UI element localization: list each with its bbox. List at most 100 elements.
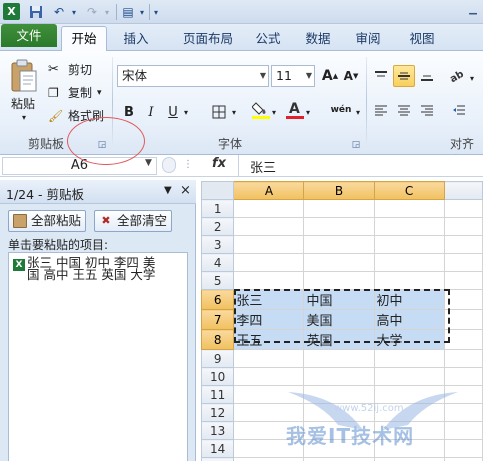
row-header[interactable]: 2 [201, 217, 235, 236]
align-middle-icon[interactable] [393, 65, 415, 87]
align-left-icon[interactable] [370, 99, 392, 121]
cell[interactable] [303, 367, 375, 386]
name-box-dropdown-icon[interactable]: ▼ [145, 158, 152, 168]
row-header[interactable]: 5 [201, 271, 235, 290]
cell[interactable] [443, 421, 483, 440]
fill-color-dropdown-icon[interactable]: ▾ [268, 101, 280, 123]
clear-all-button[interactable]: ✖ 全部清空 [94, 210, 173, 232]
cell[interactable] [233, 199, 305, 218]
align-right-icon[interactable] [416, 99, 438, 121]
cell[interactable] [233, 439, 305, 458]
row-header[interactable]: 9 [201, 349, 235, 368]
cell[interactable] [373, 385, 445, 404]
cell[interactable] [443, 457, 483, 461]
font-name-select[interactable]: 宋体 ▼ [117, 65, 269, 87]
cell[interactable]: 张三 [233, 289, 305, 310]
italic-button[interactable]: I [140, 101, 162, 123]
cell[interactable] [303, 349, 375, 368]
formula-bar-resize-icon[interactable] [162, 157, 176, 173]
cell[interactable] [373, 271, 445, 290]
align-top-icon[interactable] [370, 65, 392, 87]
cell[interactable] [233, 235, 305, 254]
cell[interactable] [233, 217, 305, 236]
tab-file[interactable]: 文件 [1, 24, 57, 47]
paste-icon[interactable] [10, 59, 38, 95]
cell[interactable] [233, 457, 305, 461]
cell[interactable]: 大学 [373, 329, 445, 350]
cell[interactable] [373, 199, 445, 218]
cell[interactable] [303, 235, 375, 254]
cell[interactable] [373, 439, 445, 458]
cut-button[interactable]: ✂ 剪切 [48, 61, 92, 78]
cell[interactable] [443, 199, 483, 218]
cell[interactable] [443, 439, 483, 458]
cell[interactable] [443, 217, 483, 236]
cell[interactable] [373, 349, 445, 368]
undo-icon[interactable]: ↶ [49, 3, 69, 21]
align-center-icon[interactable] [393, 99, 415, 121]
row-header[interactable]: 10 [201, 367, 235, 386]
underline-dropdown-icon[interactable]: ▾ [180, 101, 192, 123]
cell[interactable] [303, 217, 375, 236]
tab-data[interactable]: 数据 [296, 27, 340, 50]
cell[interactable] [373, 235, 445, 254]
row-header[interactable]: 7 [201, 309, 235, 330]
row-header[interactable]: 3 [201, 235, 235, 254]
cell[interactable] [233, 385, 305, 404]
row-header[interactable]: 8 [201, 329, 235, 350]
cell[interactable] [303, 457, 375, 461]
cell[interactable] [443, 289, 483, 310]
cell[interactable]: 初中 [373, 289, 445, 310]
cell[interactable] [443, 367, 483, 386]
cell[interactable] [303, 271, 375, 290]
cell[interactable] [373, 367, 445, 386]
cell[interactable]: 王五 [233, 329, 305, 350]
cell[interactable] [233, 403, 305, 422]
row-header[interactable]: 11 [201, 385, 235, 404]
borders-dropdown-icon[interactable]: ▾ [228, 101, 240, 123]
cell[interactable] [303, 403, 375, 422]
bold-button[interactable]: B [118, 101, 140, 123]
align-bottom-icon[interactable] [416, 65, 438, 87]
copy-button[interactable]: ❐ 复制 ▾ [48, 84, 102, 101]
cell[interactable] [443, 403, 483, 422]
insert-function-icon[interactable]: fx [212, 156, 226, 171]
cell[interactable] [443, 329, 483, 350]
cell[interactable]: 李四 [233, 309, 305, 330]
cell[interactable] [443, 235, 483, 254]
print-preview-icon[interactable]: ▤ [118, 3, 138, 21]
cell[interactable] [373, 403, 445, 422]
phonetic-dropdown-icon[interactable]: ▾ [352, 101, 364, 123]
row-header[interactable]: 1 [201, 199, 235, 218]
cell[interactable]: 美国 [303, 309, 375, 330]
row-header[interactable]: 14 [201, 439, 235, 458]
redo-icon[interactable]: ↷ [82, 3, 102, 21]
cell[interactable] [443, 253, 483, 272]
cell[interactable] [233, 367, 305, 386]
cell[interactable] [303, 439, 375, 458]
minimize-icon[interactable]: ▁ [466, 3, 480, 17]
font-color-dropdown-icon[interactable]: ▾ [302, 101, 314, 123]
decrease-indent-icon[interactable] [448, 99, 470, 121]
cell[interactable] [373, 421, 445, 440]
column-header[interactable]: B [303, 181, 375, 200]
paste-dropdown-icon[interactable]: ▾ [22, 113, 26, 122]
pane-close-icon[interactable]: × [180, 183, 191, 198]
undo-dropdown-icon[interactable]: ▾ [69, 3, 79, 21]
cell[interactable] [303, 253, 375, 272]
tab-view[interactable]: 视图 [400, 27, 444, 50]
paste-button[interactable]: 粘贴 [11, 95, 35, 112]
shrink-font-button[interactable]: A ▼ [340, 65, 362, 87]
borders-icon[interactable] [208, 101, 230, 123]
tab-formulas[interactable]: 公式 [248, 27, 288, 50]
tab-page-layout[interactable]: 页面布局 [168, 27, 248, 50]
name-box[interactable]: A6 [2, 157, 157, 175]
qat-customize-icon[interactable]: ▾ [137, 3, 147, 21]
pane-options-icon[interactable]: ▼ [164, 185, 172, 196]
formula-input[interactable]: 张三 [250, 157, 276, 176]
column-header-empty[interactable] [443, 181, 483, 200]
clipboard-launcher-icon[interactable]: ◲ [96, 139, 108, 151]
row-header[interactable]: 12 [201, 403, 235, 422]
grow-font-button[interactable]: A ▲ [319, 65, 341, 87]
column-header[interactable]: A [233, 181, 305, 200]
